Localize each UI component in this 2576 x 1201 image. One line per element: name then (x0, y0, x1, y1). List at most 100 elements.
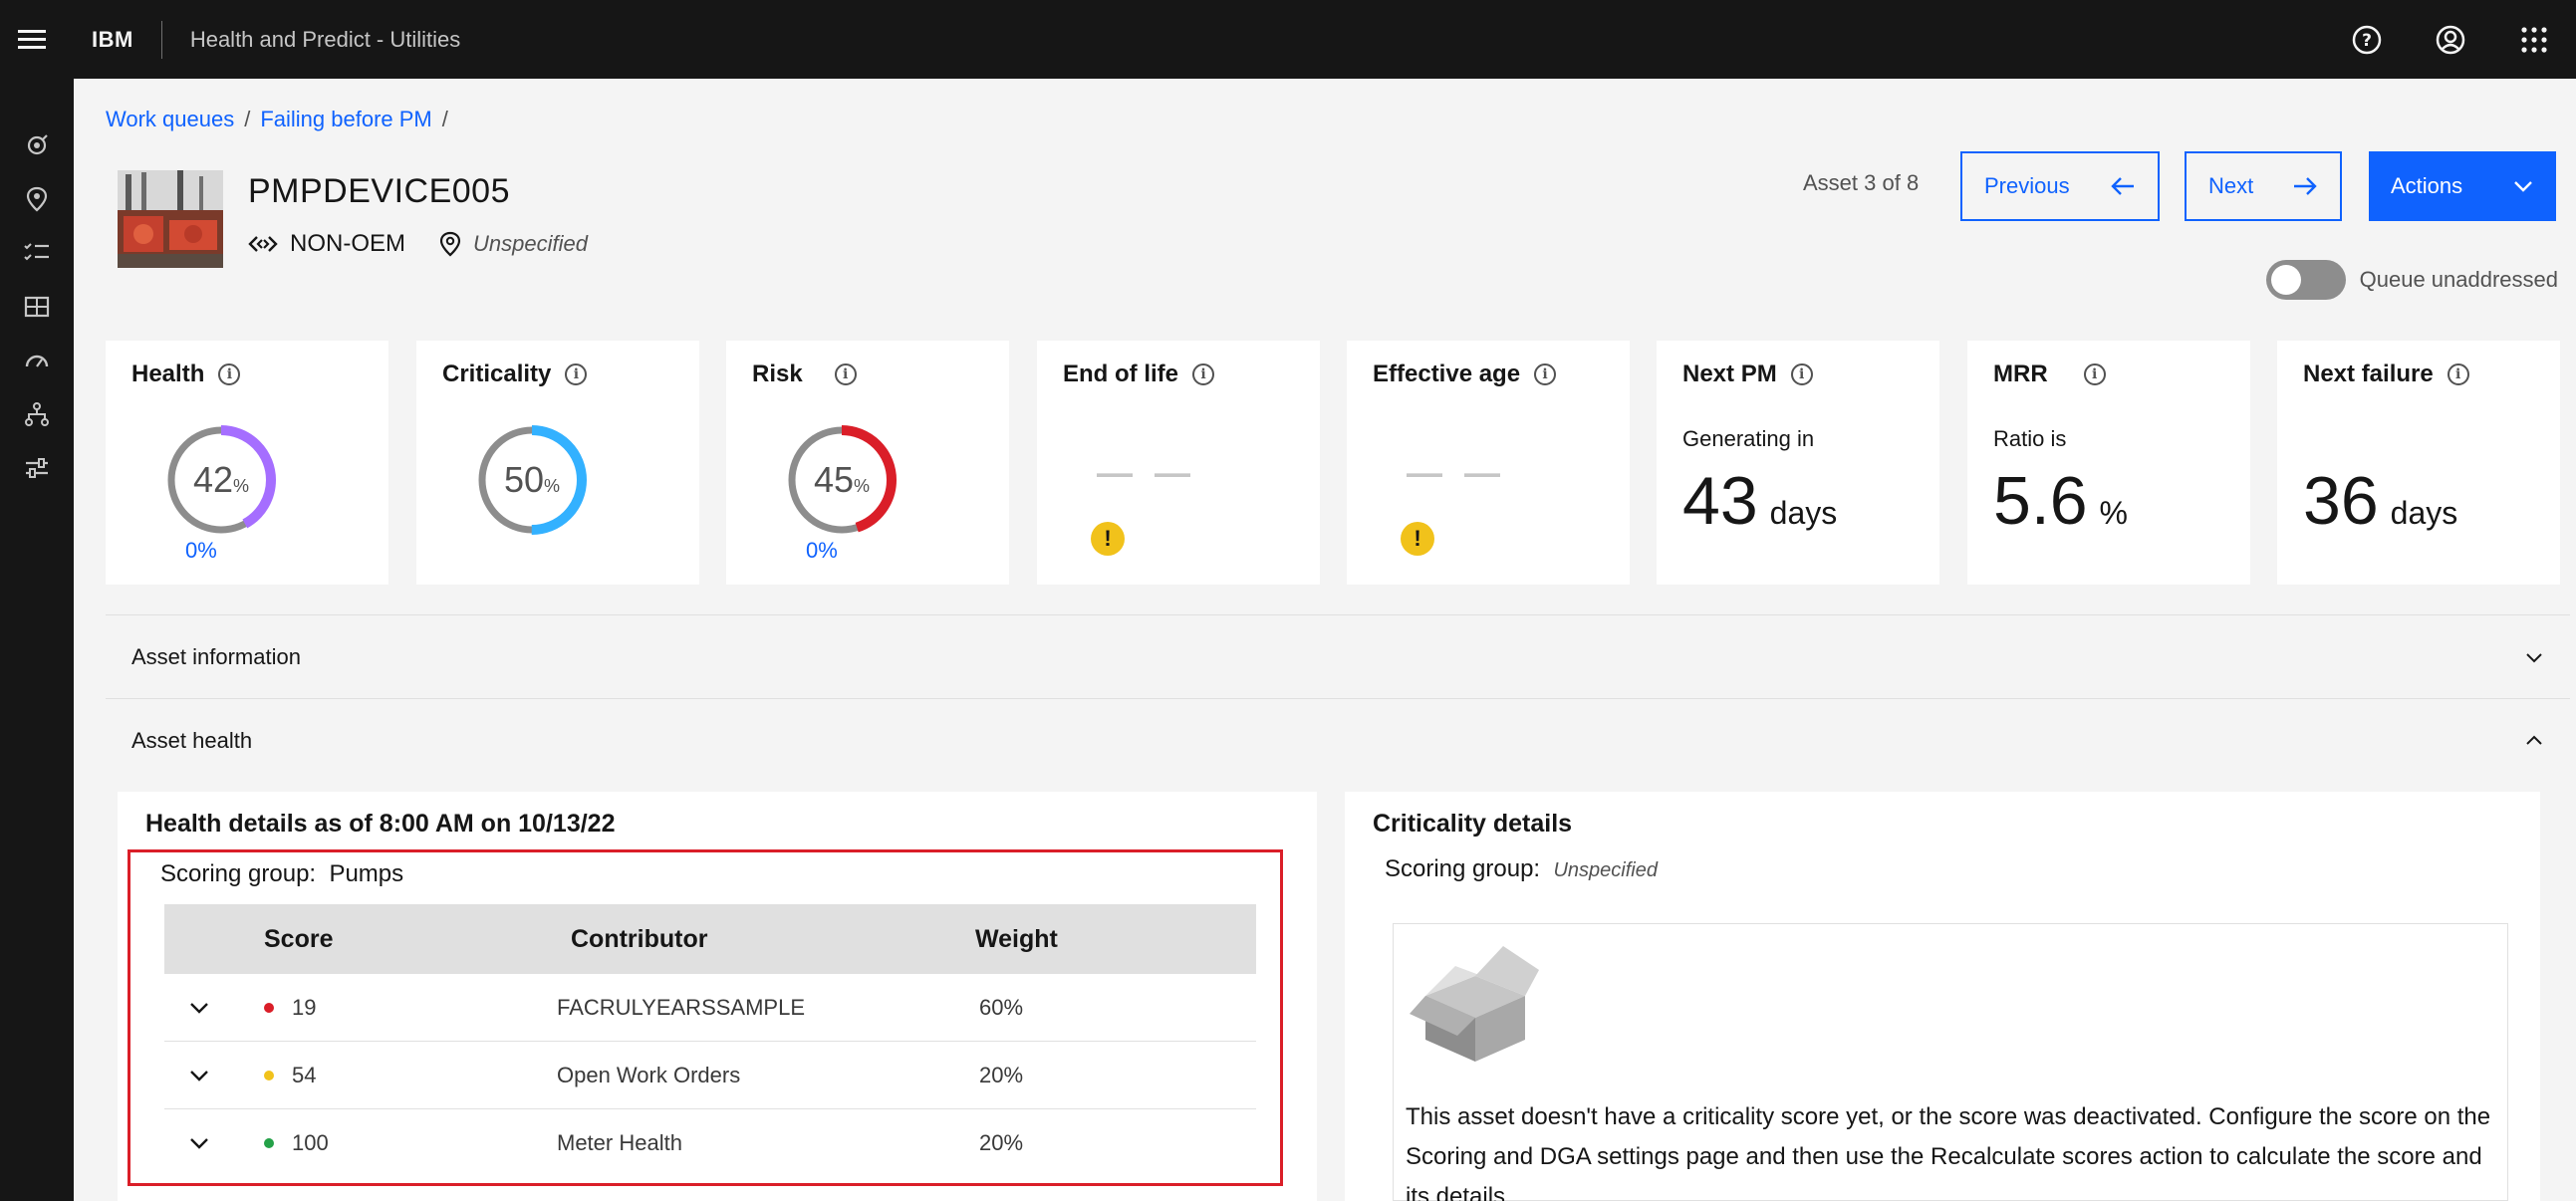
card-next-pm-title: Next PM (1682, 360, 1777, 387)
empty-state-box: This asset doesn't have a criticality sc… (1393, 923, 2508, 1201)
criticality-details-title: Criticality details (1373, 810, 1573, 838)
asset-meta: NON-OEM Unspecified (248, 230, 588, 258)
chevron-down-icon[interactable] (188, 1069, 210, 1082)
warning-icon: ! (1401, 522, 1434, 556)
kpi-cards: Health i 42% 0% Criticality i 50% Risk i 45… (106, 341, 2570, 585)
meter-icon[interactable] (0, 334, 74, 387)
hierarchy-icon[interactable] (0, 387, 74, 441)
location-pin-icon (439, 231, 461, 257)
card-criticality[interactable]: Criticality i 50% (416, 341, 699, 585)
table-row[interactable]: 100 Meter Health 20% (164, 1109, 1256, 1177)
user-profile-icon[interactable] (2409, 0, 2492, 79)
ibm-logo[interactable]: IBM (92, 27, 133, 53)
card-mrr[interactable]: MRR i Ratio is 5.6% (1967, 341, 2250, 585)
info-icon[interactable]: i (834, 363, 857, 385)
report-icon[interactable] (0, 280, 74, 334)
next-failure-value: 36 days (2303, 463, 2458, 539)
arrow-right-icon (2294, 177, 2317, 195)
dashboard-icon[interactable] (0, 119, 74, 172)
criticality-details-panel: Criticality details Scoring group: Unspe… (1345, 792, 2540, 1201)
breadcrumb-work-queues[interactable]: Work queues (106, 107, 234, 131)
card-risk[interactable]: Risk i 45% 0% (726, 341, 1009, 585)
score-cell: 100 (264, 1130, 329, 1156)
weight-cell: 60% (979, 994, 1024, 1020)
actions-button-label: Actions (2391, 173, 2463, 198)
status-dot (264, 1070, 274, 1081)
card-health[interactable]: Health i 42% 0% (106, 341, 388, 585)
breadcrumb-failing-before-pm[interactable]: Failing before PM (260, 107, 431, 131)
end-of-life-placeholder: — — (1097, 452, 1197, 493)
risk-change: 0% (806, 538, 838, 563)
next-button-label: Next (2208, 173, 2254, 198)
column-score: Score (264, 924, 334, 953)
next-pm-value: 43 days (1682, 463, 1838, 539)
location-icon[interactable] (0, 172, 74, 226)
score-cell: 19 (264, 995, 316, 1021)
arrow-left-icon (2111, 177, 2134, 195)
info-icon[interactable]: i (2083, 363, 2106, 385)
warning-icon: ! (1091, 522, 1125, 556)
criticality-scoring-group: Scoring group: Unspecified (1385, 855, 1658, 882)
card-next-failure-title: Next failure (2303, 360, 2434, 387)
chevron-down-icon (2514, 181, 2532, 192)
accordion-asset-information[interactable]: Asset information (106, 614, 2570, 698)
card-mrr-title: MRR (1993, 360, 2048, 387)
info-icon[interactable]: i (2447, 363, 2469, 385)
actions-button[interactable]: Actions (2369, 151, 2556, 221)
table-row[interactable]: 19 FACRULYEARSSAMPLE 60% (164, 974, 1256, 1042)
hamburger-menu-icon[interactable] (0, 0, 64, 79)
column-contributor: Contributor (571, 924, 708, 953)
accordion-asset-health-label: Asset health (131, 727, 253, 753)
health-change: 0% (185, 538, 217, 563)
checklist-icon[interactable] (0, 226, 74, 280)
app-name[interactable]: Health and Predict - Utilities (190, 27, 460, 53)
score-cell: 54 (264, 1063, 316, 1088)
card-risk-title: Risk (752, 360, 803, 387)
info-icon[interactable]: i (565, 363, 588, 385)
column-weight: Weight (975, 924, 1058, 953)
previous-button-label: Previous (1984, 173, 2070, 198)
card-end-of-life[interactable]: End of life i — — ! (1037, 341, 1320, 585)
card-effective-age[interactable]: Effective age i — — ! (1347, 341, 1630, 585)
criticality-value: 50% (503, 459, 561, 500)
status-dot (264, 1138, 274, 1148)
chevron-down-icon[interactable] (188, 1001, 210, 1015)
main-content: Work queues / Failing before PM / PMPDEVICE… (74, 79, 2576, 1201)
queue-toggle-group: Queue unaddressed (2265, 260, 2558, 300)
settings-sliders-icon[interactable] (0, 441, 74, 495)
next-button[interactable]: Next (2185, 151, 2342, 221)
side-navigation (0, 79, 74, 1201)
info-icon[interactable]: i (1534, 363, 1557, 385)
card-criticality-title: Criticality (442, 360, 552, 387)
card-effective-age-title: Effective age (1373, 360, 1521, 387)
info-icon[interactable]: i (218, 363, 241, 385)
asset-location: Unspecified (473, 231, 588, 256)
svg-text:?: ? (2362, 31, 2372, 51)
info-icon[interactable]: i (1192, 363, 1214, 385)
weight-cell: 20% (979, 1062, 1024, 1087)
header-actions: ? (2325, 0, 2576, 79)
chevron-down-icon[interactable] (188, 1136, 210, 1150)
card-next-pm[interactable]: Next PM i Generating in 43 days (1657, 341, 1939, 585)
empty-box-icon (1410, 946, 1539, 1062)
card-health-title: Health (131, 360, 205, 387)
mrr-value: 5.6% (1993, 463, 2128, 539)
mrr-sub: Ratio is (1993, 426, 2067, 451)
top-header: IBM Health and Predict - Utilities ? (0, 0, 2576, 79)
queue-unaddressed-toggle[interactable] (2265, 260, 2346, 300)
app-switcher-icon[interactable] (2492, 0, 2576, 79)
card-next-failure[interactable]: Next failure i 36 days (2277, 341, 2560, 585)
table-row[interactable]: 54 Open Work Orders 20% (164, 1042, 1256, 1109)
chevron-up-icon (2526, 735, 2542, 745)
header-divider (160, 20, 162, 59)
health-scoring-highlight: Scoring group: Pumps Score Contributor W… (128, 849, 1283, 1186)
contributor-cell: Open Work Orders (557, 1062, 741, 1087)
accordion-asset-health[interactable]: Asset health (106, 698, 2570, 782)
queue-toggle-label: Queue unaddressed (2359, 267, 2558, 292)
help-icon[interactable]: ? (2325, 0, 2409, 79)
previous-button[interactable]: Previous (1960, 151, 2160, 221)
health-value: 42% (192, 459, 250, 500)
accordion-asset-information-label: Asset information (131, 643, 301, 669)
info-icon[interactable]: i (1790, 363, 1813, 385)
asset-type: NON-OEM (290, 230, 405, 257)
